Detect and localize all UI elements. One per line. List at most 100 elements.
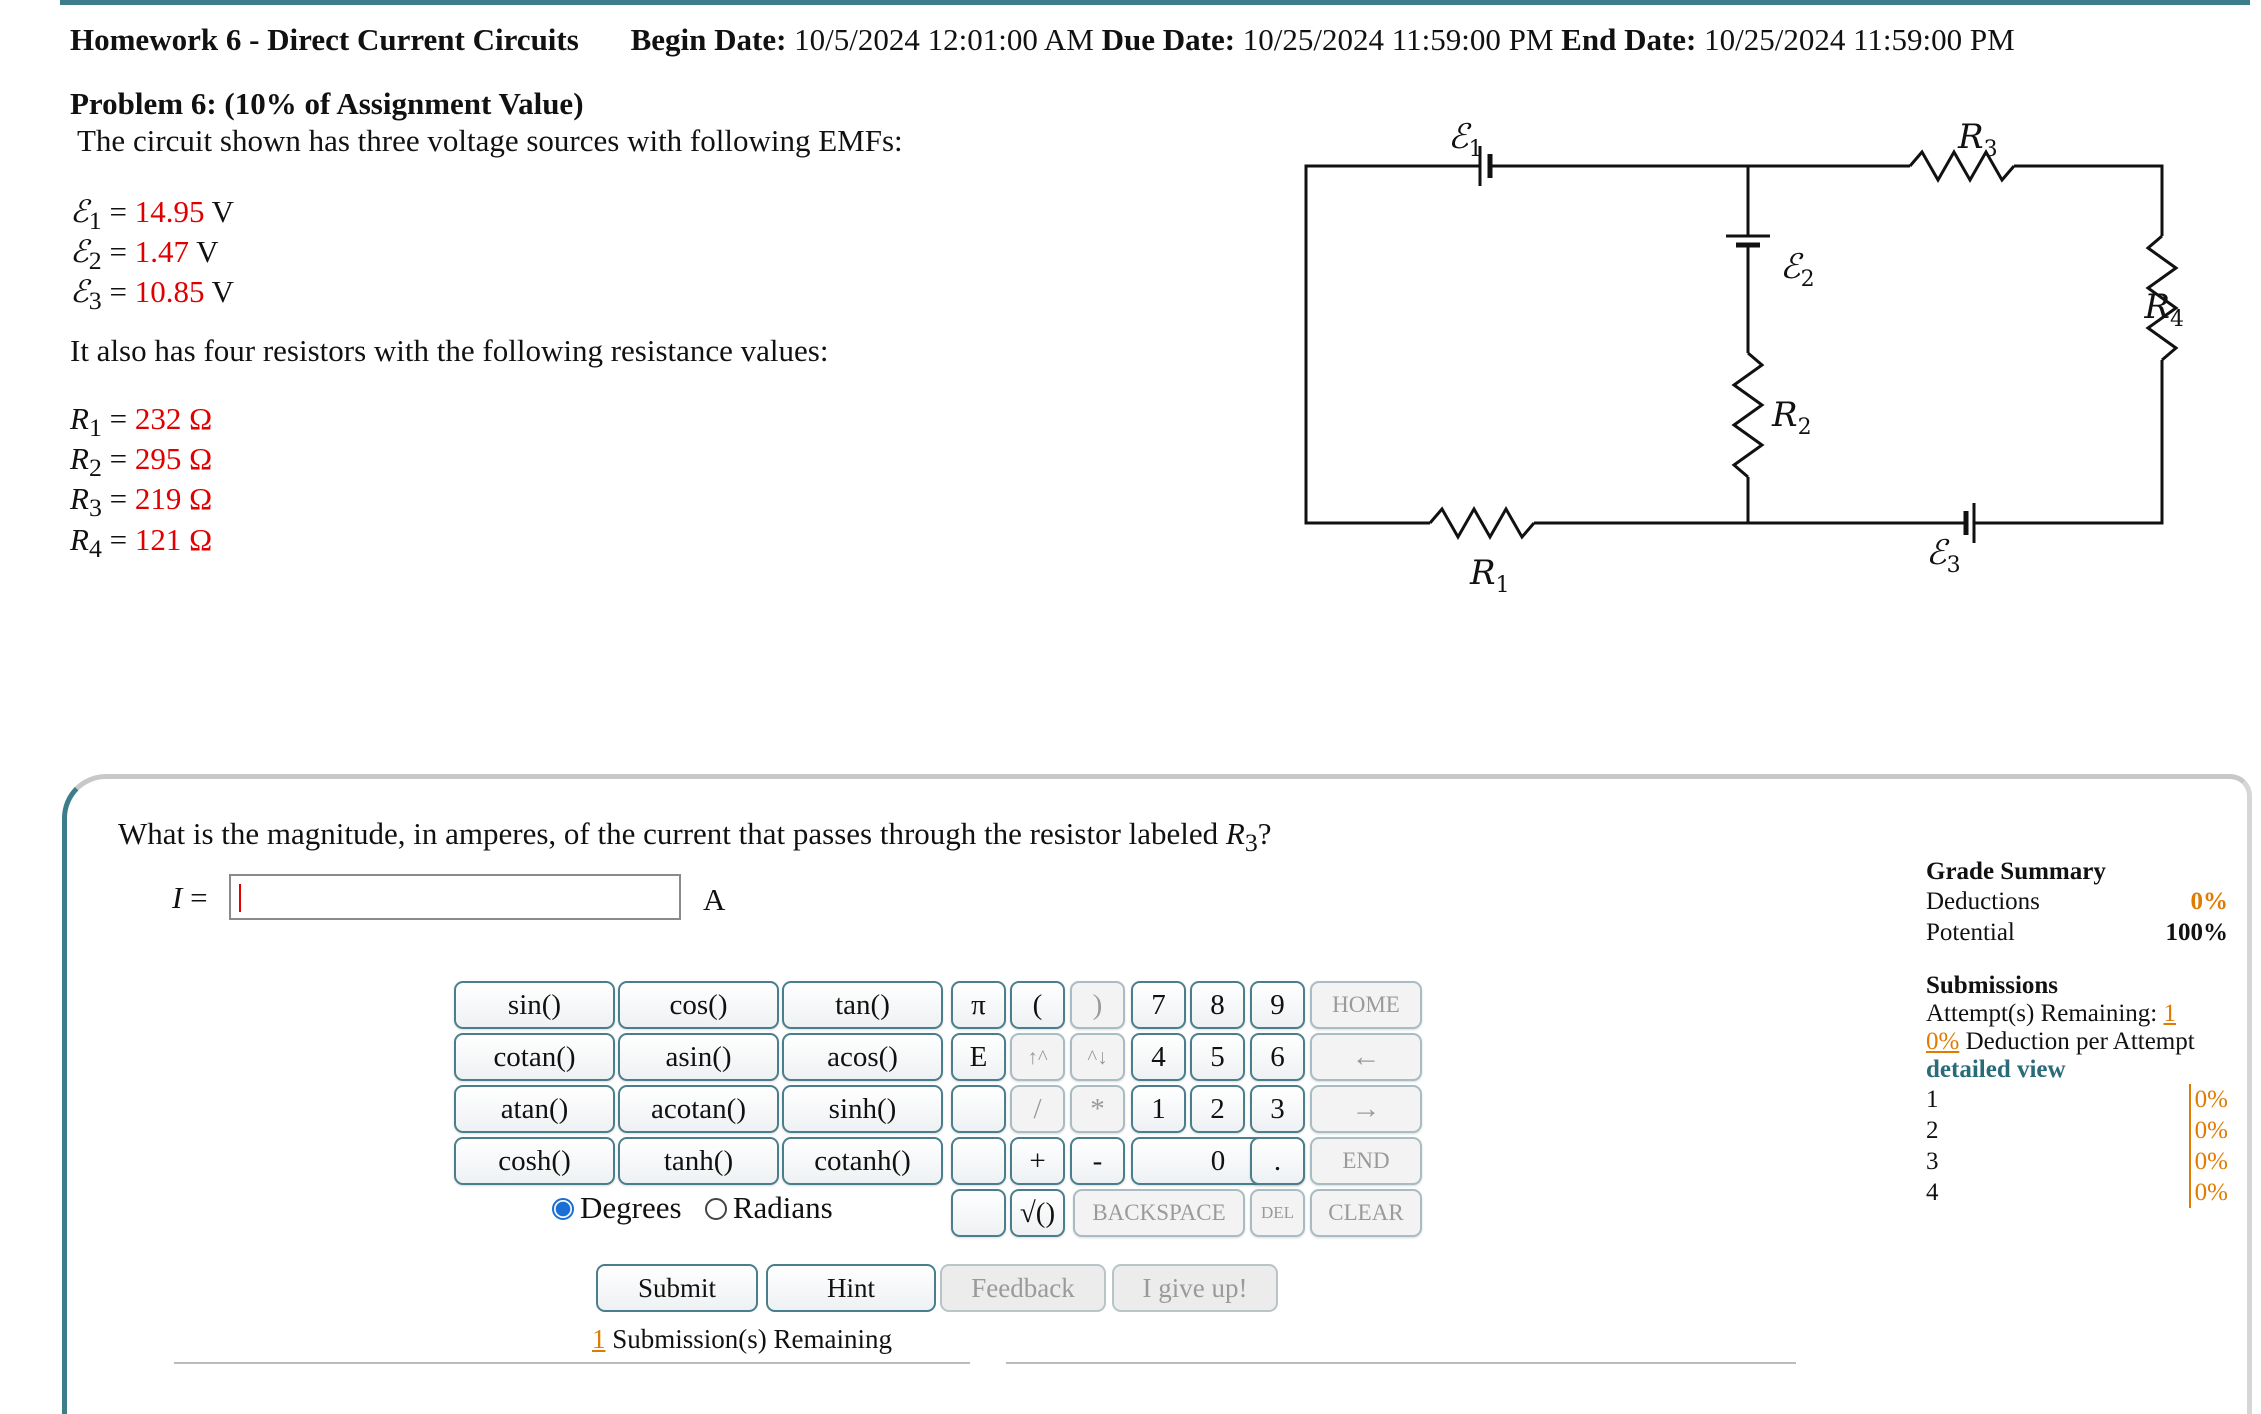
resistor-row: R2 = 295 Ω: [70, 441, 213, 483]
key-minus[interactable]: -: [1070, 1137, 1125, 1185]
answer-unit: A: [703, 882, 726, 917]
key-blank-1[interactable]: [951, 1085, 1006, 1133]
emf-intro: The circuit shown has three voltage sour…: [77, 123, 903, 158]
circuit-label-r2: R2: [1771, 395, 1812, 440]
end-date-value: 10/25/2024 11:59:00 PM: [1704, 22, 2015, 57]
resistor-r1-zigzag: [1428, 505, 1536, 541]
potential-row: Potential 100%: [1926, 919, 2228, 946]
resistor-row: R4 = 121 Ω: [70, 521, 213, 563]
key-multiply[interactable]: *: [1070, 1085, 1125, 1133]
begin-date-value: 10/5/2024 12:01:00 AM: [794, 22, 1094, 57]
key-arrow-right[interactable]: →: [1310, 1085, 1422, 1133]
key-3[interactable]: 3: [1250, 1085, 1305, 1133]
grade-summary-title: Grade Summary: [1926, 858, 2106, 885]
key-arrow-left[interactable]: ←: [1310, 1033, 1422, 1081]
begin-date-label: Begin Date:: [630, 22, 787, 57]
answer-input[interactable]: [229, 874, 681, 920]
attempt-row: 1 0%: [1926, 1084, 2228, 1115]
circuit-label-e1: ℰ1: [1448, 117, 1483, 162]
key-end[interactable]: END: [1310, 1137, 1422, 1185]
emf-row: ℰ1 = 14.95 V: [70, 194, 235, 236]
key-plus[interactable]: +: [1010, 1137, 1065, 1185]
radians-label: Radians: [732, 1190, 833, 1225]
angle-mode: Degrees Radians: [552, 1190, 833, 1226]
answer-label: I =: [172, 880, 208, 915]
hint-button[interactable]: Hint: [766, 1264, 936, 1312]
circuit-label-r1: R1: [1469, 553, 1510, 598]
divider-right: [1006, 1362, 1796, 1364]
circuit-wire-left: [1304, 164, 1480, 525]
key-6[interactable]: 6: [1250, 1033, 1305, 1081]
radians-radio[interactable]: [704, 1198, 727, 1220]
key-exponent-e[interactable]: E: [951, 1033, 1006, 1081]
key-5[interactable]: 5: [1190, 1033, 1245, 1081]
circuit-wire-right: [2014, 164, 2164, 236]
emf-list: ℰ1 = 14.95 V ℰ2 = 1.47 V ℰ3 = 10.85 V: [70, 196, 234, 317]
deductions-row: Deductions 0%: [1926, 888, 2228, 915]
key-1[interactable]: 1: [1131, 1085, 1186, 1133]
key-cos[interactable]: cos(): [618, 981, 779, 1029]
deduction-per-attempt: 0% Deduction per Attempt: [1926, 1028, 2195, 1055]
attempt-row: 4 0%: [1926, 1177, 2228, 1208]
key-decimal[interactable]: .: [1250, 1137, 1305, 1185]
attempt-row: 2 0%: [1926, 1115, 2228, 1146]
resistor-intro: It also has four resistors with the foll…: [70, 333, 829, 368]
attempt-row: 3 0%: [1926, 1146, 2228, 1177]
feedback-button[interactable]: Feedback: [940, 1264, 1106, 1312]
key-cotan[interactable]: cotan(): [454, 1033, 615, 1081]
resistor-list: R1 = 232 Ω R2 = 295 Ω R3 = 219 Ω R4 = 12…: [70, 403, 212, 564]
key-sinh[interactable]: sinh(): [782, 1085, 943, 1133]
key-pi[interactable]: π: [951, 981, 1006, 1029]
key-del[interactable]: DEL: [1250, 1189, 1305, 1237]
emf-row: ℰ2 = 1.47 V: [70, 234, 219, 276]
resistor-row: R3 = 219 Ω: [70, 481, 213, 523]
key-blank-2[interactable]: [951, 1137, 1006, 1185]
circuit-diagram: ℰ1 R3 ℰ2 R4 R2 R1 ℰ3: [1304, 117, 2184, 598]
resistor-row: R1 = 232 Ω: [70, 401, 213, 443]
give-up-button[interactable]: I give up!: [1112, 1264, 1278, 1312]
key-backspace[interactable]: BACKSPACE: [1073, 1189, 1245, 1237]
key-acotan[interactable]: acotan(): [618, 1085, 779, 1133]
key-left-paren[interactable]: (: [1010, 981, 1065, 1029]
question-text: What is the magnitude, in amperes, of th…: [118, 816, 1272, 858]
key-right-paren[interactable]: ): [1070, 981, 1125, 1029]
degrees-radio[interactable]: [552, 1198, 574, 1220]
key-power-up[interactable]: ↑^: [1010, 1033, 1065, 1081]
circuit-wire-right-lower: [1974, 360, 2164, 525]
problem-title: Problem 6: (10% of Assignment Value): [70, 86, 584, 121]
circuit-label-r3: R3: [1957, 117, 1998, 162]
key-sin[interactable]: sin(): [454, 981, 615, 1029]
resistor-r2-zigzag: [1731, 351, 1765, 479]
circuit-label-r4: R4: [2143, 287, 2184, 332]
key-cosh[interactable]: cosh(): [454, 1137, 615, 1185]
key-4[interactable]: 4: [1131, 1033, 1186, 1081]
circuit-label-e3: ℰ3: [1926, 533, 1961, 578]
key-2[interactable]: 2: [1190, 1085, 1245, 1133]
due-date-label: Due Date:: [1101, 22, 1236, 57]
key-7[interactable]: 7: [1131, 981, 1186, 1029]
key-power-down[interactable]: ^↓: [1070, 1033, 1125, 1081]
end-date-label: End Date:: [1561, 22, 1697, 57]
key-8[interactable]: 8: [1190, 981, 1245, 1029]
key-cotanh[interactable]: cotanh(): [782, 1137, 943, 1185]
key-sqrt[interactable]: √(): [1010, 1189, 1065, 1237]
circuit-label-e2: ℰ2: [1780, 247, 1815, 292]
key-clear[interactable]: CLEAR: [1310, 1189, 1422, 1237]
key-divide[interactable]: /: [1010, 1085, 1065, 1133]
key-home[interactable]: HOME: [1310, 981, 1422, 1029]
top-accent-bar: [60, 0, 2250, 5]
submissions-remaining: 1 Submission(s) Remaining: [592, 1324, 893, 1354]
attempts-remaining: Attempt(s) Remaining: 1: [1926, 1000, 2176, 1027]
submit-button[interactable]: Submit: [596, 1264, 758, 1312]
key-atan[interactable]: atan(): [454, 1085, 615, 1133]
key-tanh[interactable]: tanh(): [618, 1137, 779, 1185]
degrees-label: Degrees: [580, 1190, 682, 1225]
text-caret: [239, 884, 241, 912]
grade-summary: Grade Summary Deductions 0% Potential 100%…: [1926, 858, 2228, 1208]
key-tan[interactable]: tan(): [782, 981, 943, 1029]
detailed-view-link[interactable]: detailed view: [1926, 1056, 2228, 1084]
key-acos[interactable]: acos(): [782, 1033, 943, 1081]
key-9[interactable]: 9: [1250, 981, 1305, 1029]
key-blank-3[interactable]: [951, 1189, 1006, 1237]
key-asin[interactable]: asin(): [618, 1033, 779, 1081]
